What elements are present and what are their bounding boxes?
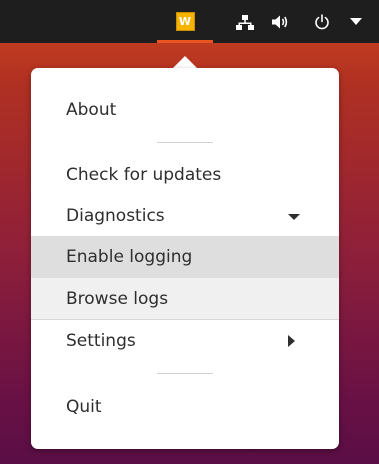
menu-item-enable-logging[interactable]: Enable logging [31, 236, 339, 278]
indicator-menu: About Check for updates Diagnostics Enab… [31, 68, 339, 449]
submenu-right-icon [288, 335, 295, 347]
menu-item-settings[interactable]: Settings [31, 323, 339, 359]
system-menu-arrow[interactable] [346, 0, 366, 43]
menu-separator [157, 373, 213, 374]
menu-item-label: Check for updates [66, 165, 222, 185]
menu-item-label: About [66, 100, 117, 120]
menu-item-diagnostics[interactable]: Diagnostics [31, 198, 339, 234]
menu-separator [157, 142, 213, 143]
menu-item-browse-logs[interactable]: Browse logs [31, 278, 339, 320]
menu-item-label: Quit [66, 397, 102, 417]
app-indicator[interactable]: W [157, 0, 213, 43]
menu-item-quit[interactable]: Quit [31, 389, 339, 425]
network-icon [236, 14, 254, 30]
expand-down-icon [288, 214, 300, 220]
app-indicator-icon: W [175, 12, 195, 31]
system-menu-arrow-icon [350, 17, 362, 25]
menu-item-label: Diagnostics [66, 206, 165, 226]
menu-item-check-for-updates[interactable]: Check for updates [31, 157, 339, 193]
top-panel: W [0, 0, 379, 43]
volume-indicator[interactable] [267, 0, 293, 43]
menu-item-label: Enable logging [66, 247, 193, 267]
power-indicator[interactable] [311, 0, 333, 43]
volume-icon [272, 15, 288, 28]
menu-item-label: Settings [66, 331, 136, 351]
power-icon [315, 13, 329, 29]
menu-item-about[interactable]: About [31, 92, 339, 128]
menu-item-label: Browse logs [66, 288, 169, 309]
network-indicator[interactable] [232, 0, 258, 43]
